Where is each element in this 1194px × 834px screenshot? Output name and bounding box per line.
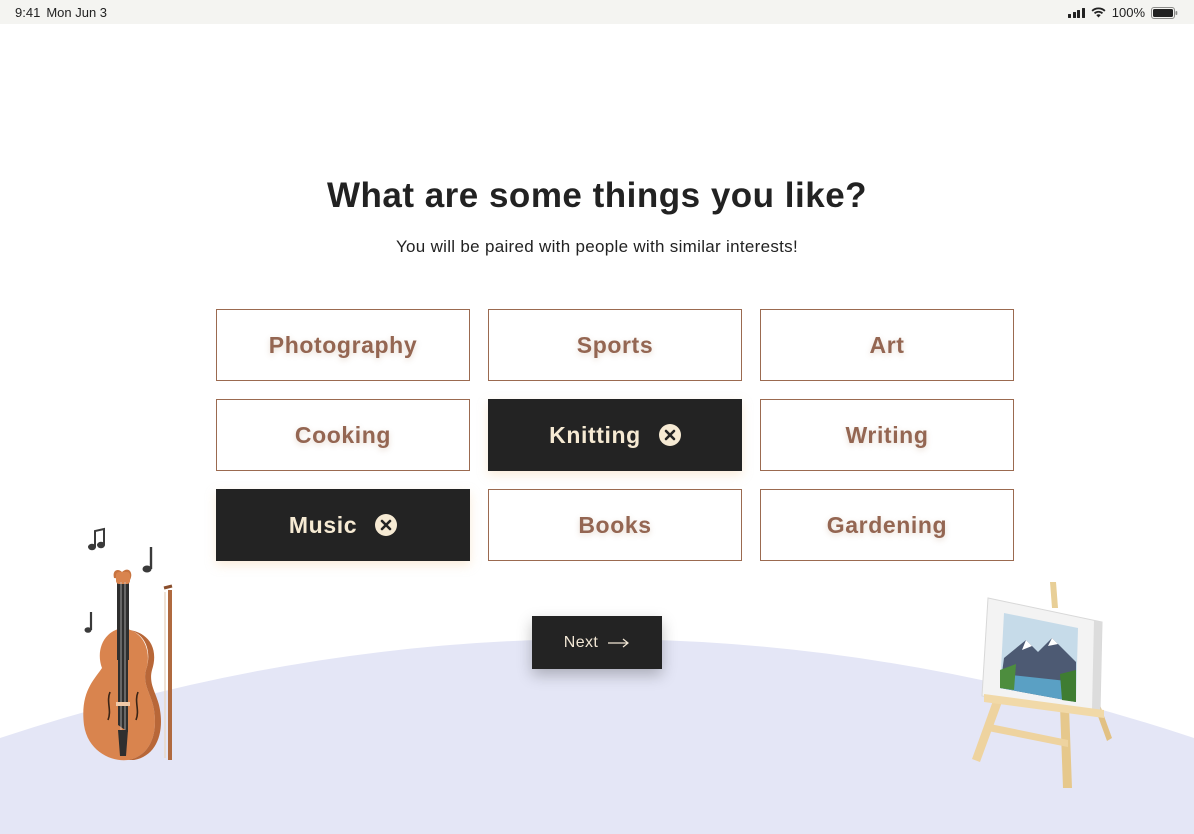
interest-tile-cooking[interactable]: Cooking — [216, 399, 470, 471]
interest-tile-music[interactable]: Music — [216, 489, 470, 561]
interest-tile-books[interactable]: Books — [488, 489, 742, 561]
status-bar: 9:41 Mon Jun 3 100% — [0, 0, 1194, 24]
close-circle-icon[interactable] — [658, 424, 681, 446]
wifi-icon — [1091, 7, 1106, 18]
interest-label: Books — [578, 511, 652, 538]
interest-grid: Photography Sports Art Cooking Knitting … — [216, 309, 1014, 561]
interest-tile-gardening[interactable]: Gardening — [760, 489, 1014, 561]
interest-label: Sports — [576, 331, 654, 358]
violin-illustration — [83, 527, 173, 761]
interest-label: Cooking — [294, 421, 392, 448]
interest-label: Gardening — [826, 511, 948, 538]
close-circle-icon[interactable] — [375, 514, 398, 536]
battery-percentage: 100% — [1111, 5, 1145, 20]
interest-label: Art — [869, 331, 905, 358]
interest-label: Writing — [845, 421, 929, 448]
next-button-label: Next — [563, 633, 599, 651]
interest-label: Photography — [268, 331, 418, 358]
easel-illustration — [972, 582, 1112, 788]
cellular-signal-icon — [1068, 7, 1085, 18]
status-date: Mon Jun 3 — [46, 5, 108, 20]
next-button[interactable]: Next — [532, 616, 662, 669]
interest-tile-photography[interactable]: Photography — [216, 309, 470, 381]
page-title: What are some things you like? — [326, 176, 868, 215]
interest-tile-knitting[interactable]: Knitting — [488, 399, 742, 471]
music-note-icon — [88, 527, 105, 551]
interest-label: Music — [288, 511, 358, 538]
arrow-right-icon — [608, 638, 630, 648]
interest-tile-writing[interactable]: Writing — [760, 399, 1014, 471]
music-note-icon — [84, 612, 93, 633]
interest-tile-sports[interactable]: Sports — [488, 309, 742, 381]
page-subtitle: You will be paired with people with simi… — [395, 237, 799, 256]
interest-tile-art[interactable]: Art — [760, 309, 1014, 381]
interest-label: Knitting — [549, 421, 641, 448]
battery-icon — [1151, 6, 1178, 19]
status-time: 9:41 — [15, 5, 41, 20]
music-note-icon — [142, 547, 153, 573]
